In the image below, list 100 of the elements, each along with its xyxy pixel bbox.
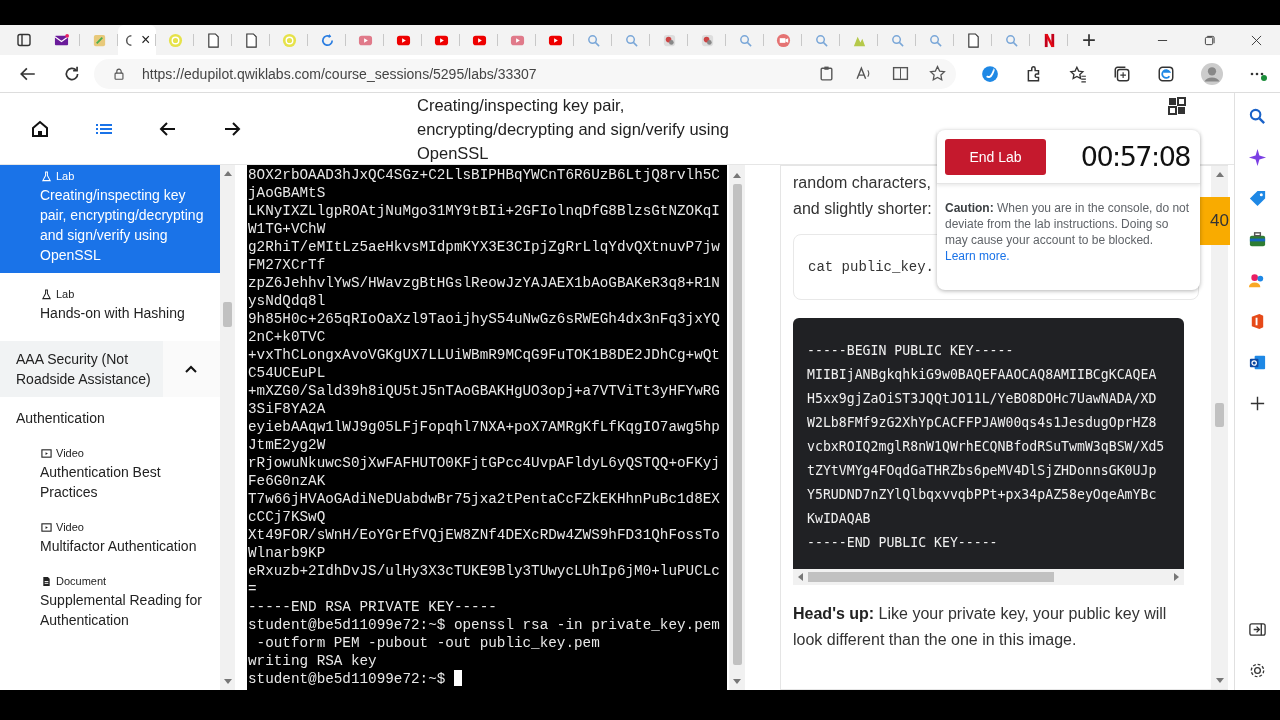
- item-type: Video: [56, 520, 84, 534]
- clipboard-icon[interactable]: [818, 65, 835, 82]
- code-line: -----BEGIN PUBLIC KEY-----: [807, 342, 1015, 360]
- learn-more-link[interactable]: Learn more.: [945, 248, 1192, 264]
- scroll-thumb[interactable]: [808, 572, 1054, 582]
- scroll-down-icon[interactable]: [223, 679, 232, 684]
- terminal-line: Wlnarb9KP: [247, 544, 327, 562]
- sidebar-item[interactable]: Video Multifactor Authentication: [0, 514, 220, 568]
- score-badge: 40: [1200, 197, 1230, 245]
- browser-essentials-icon[interactable]: [1157, 64, 1175, 83]
- scroll-up-icon[interactable]: [733, 173, 741, 178]
- terminal-line: g2RhiT/eMItLz5aeHkvsMIdpmKYX3E3CIpjZgRrLlqYdvQXtnuvP7jw: [247, 238, 721, 256]
- scroll-left-icon[interactable]: [798, 573, 803, 581]
- address-field[interactable]: https://edupilot.qwiklabs.com/course_sessions/5295/labs/33307: [94, 58, 956, 89]
- collections-icon[interactable]: [1113, 64, 1131, 83]
- tag-icon[interactable]: [1248, 189, 1267, 208]
- terminal-line: zpZ6JehhvlYwS/HWavzgBtHGslReowJzYAJAEX1bAoGBAKeR3q8+R1N: [247, 274, 721, 292]
- reader-view-icon[interactable]: [892, 65, 909, 82]
- close-icon[interactable]: [1251, 34, 1262, 46]
- item-type: Lab: [56, 169, 75, 183]
- lock-icon[interactable]: [112, 66, 126, 81]
- section-title: AAA Security (Not Roadside Assistance): [15, 350, 152, 389]
- search-icon: [623, 32, 639, 48]
- item-type: Lab: [56, 287, 75, 301]
- sidebar-item[interactable]: Lab Creating/inspecting key pair, encrypting/decrypting and sign/verify using OpenSSL: [0, 165, 220, 273]
- sidebar-section[interactable]: AAA Security (Not Roadside Assistance): [0, 341, 220, 397]
- item-title: Multifactor Authentication: [40, 537, 198, 556]
- terminal-line: Fe6G0nzAK: [247, 472, 327, 490]
- tab-actions-icon[interactable]: [16, 32, 32, 48]
- search-icon: [737, 32, 753, 48]
- favorites-icon[interactable]: [1069, 64, 1087, 83]
- scroll-thumb[interactable]: [1215, 403, 1224, 427]
- terminal-line: 8OX2rbOAAD3hJxQC4SGz+C2LlsBIPHBqYWCnT6R6UzB6LtjQ8rvlh5C: [247, 166, 721, 184]
- briefcase-icon[interactable]: [1248, 230, 1267, 249]
- terminal-line: jAoGBAMtS: [247, 184, 327, 202]
- code-line: Y5RUDND7nZYlQlbqxvvqbPPt+px34pAZ58eyOqeAmYBc: [807, 486, 1158, 504]
- restore-icon[interactable]: [1204, 34, 1215, 46]
- flask-icon: [41, 170, 52, 182]
- url-text: https://edupilot.qwiklabs.com/course_sessions/5295/labs/33307: [142, 65, 537, 82]
- instruction-text: and slightly shorter:: [793, 199, 932, 219]
- item-title: Supplemental Reading for Authentication: [40, 591, 203, 630]
- reload-icon[interactable]: [63, 64, 81, 83]
- terminal-line: cCCj7KSwQ: [247, 508, 327, 526]
- terminal-line: 9h85H0c+265qRIoOaXzl9TaoijhyS54uNwGz6sRWEGh4dx3nFq3jxYQ: [247, 310, 721, 328]
- add-icon[interactable]: [1248, 394, 1267, 413]
- home-icon[interactable]: [30, 118, 50, 139]
- scroll-up-icon[interactable]: [1215, 172, 1224, 177]
- terminal-line: Xt49FOR/sWnH/EoYGrEfVQjEW8ZNf4DEXcRDw4ZWS9hFD31QhFossTo: [247, 526, 721, 544]
- item-type: Document: [56, 574, 107, 588]
- item-type: Video: [56, 446, 84, 460]
- scroll-up-icon[interactable]: [223, 171, 232, 176]
- scrollbar[interactable]: [1211, 166, 1228, 689]
- read-aloud-icon[interactable]: [855, 65, 872, 82]
- mail-icon[interactable]: [1248, 353, 1267, 372]
- sidebar-toggle-icon[interactable]: [1248, 620, 1267, 639]
- scrollbar[interactable]: [729, 165, 745, 690]
- scroll-thumb[interactable]: [732, 184, 742, 665]
- search-icon: [889, 32, 905, 48]
- extension-icon[interactable]: [981, 64, 999, 83]
- document-icon: [243, 32, 259, 48]
- search-icon[interactable]: [1248, 107, 1267, 126]
- video-icon: [41, 521, 52, 533]
- circle-icon: [167, 32, 183, 48]
- code-line: -----END PUBLIC KEY-----: [807, 534, 999, 552]
- sparkle-icon[interactable]: [1248, 148, 1267, 167]
- scroll-thumb[interactable]: [223, 302, 232, 327]
- close-tab-button[interactable]: ×: [141, 32, 151, 48]
- note-text: Head's up: Like your private key, your public key will look different than the one in this image.: [793, 604, 1168, 650]
- terminal-line: rRjowuNkuwcS0jXwFAFHUTO0KFjtGPcc4UvpAFldyL6yQSTQQ+oFKyj: [247, 454, 721, 472]
- new-tab-button[interactable]: +: [1082, 28, 1096, 52]
- code-line: tZYtVMYg4FOqdGaTHRZbs6peMV4DlSjZHDonnsGK0UJp: [807, 462, 1158, 480]
- scroll-down-icon[interactable]: [1215, 678, 1224, 683]
- sidebar-item[interactable]: Lab Hands-on with Hashing: [0, 273, 220, 331]
- terminal-line: =: [247, 580, 258, 598]
- terminal-line: student@be5d11099e72:~$ openssl rsa -in private_key.pem: [247, 616, 721, 634]
- panel-icon[interactable]: [1167, 96, 1187, 116]
- browser-tab[interactable]: ×: [118, 25, 156, 55]
- scrollbar[interactable]: [793, 569, 1184, 585]
- scroll-down-icon[interactable]: [733, 679, 741, 684]
- settings-icon[interactable]: [1248, 661, 1267, 680]
- document-icon: [965, 32, 981, 48]
- search-icon: [813, 32, 829, 48]
- terminal[interactable]: [247, 165, 727, 690]
- terminal-line: FM27XCrTf: [247, 256, 327, 274]
- code-line: vcbxROIQ2mglR8nW1QWrhECQNBfodRSuTwmW3qBSW/Xd5: [807, 438, 1166, 456]
- star-icon[interactable]: [929, 65, 946, 82]
- search-icon: [1003, 32, 1019, 48]
- scroll-right-icon[interactable]: [1174, 573, 1179, 581]
- sidebar-subsection: Authentication: [15, 409, 106, 428]
- end-lab-button[interactable]: End Lab: [945, 138, 1046, 175]
- profile-avatar[interactable]: [1201, 62, 1223, 85]
- document-icon: [205, 32, 221, 48]
- code-line: H5xx9gjZaOiST3JQQtJO11L/YeBO8DOHc7UawNADA/XD: [807, 390, 1158, 408]
- camera-icon: [775, 32, 791, 48]
- scrollbar[interactable]: [220, 165, 235, 690]
- badge-icon: [699, 32, 715, 48]
- sidebar-item[interactable]: Video Authentication Best Practices: [0, 440, 220, 514]
- code-line: KwIDAQAB: [807, 510, 872, 528]
- terminal-line: -----END RSA PRIVATE KEY-----: [247, 598, 498, 616]
- sidebar-item[interactable]: Document Supplemental Reading for Authentication: [0, 568, 220, 642]
